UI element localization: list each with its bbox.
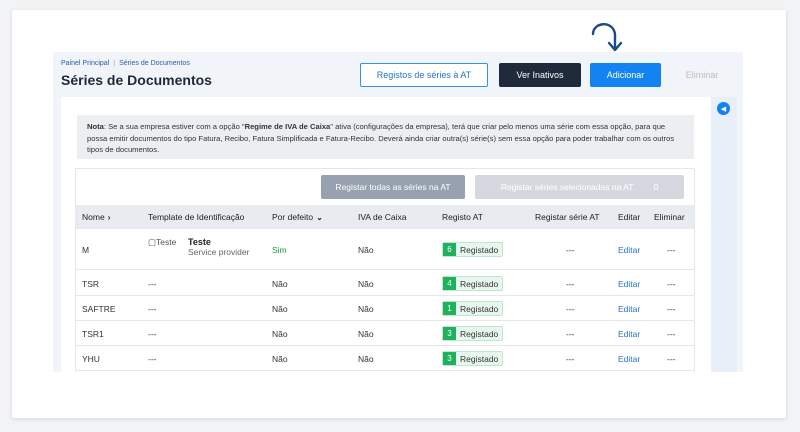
badge-status: Registado bbox=[460, 278, 499, 289]
status-badge: 4 Registado bbox=[442, 276, 504, 291]
row-registar: --- bbox=[566, 245, 575, 255]
badge-count: 6 bbox=[443, 243, 456, 256]
row-nome: TSR bbox=[82, 279, 99, 289]
template-subtitle: Service provider bbox=[188, 247, 250, 257]
template-info: Teste Service provider bbox=[188, 237, 249, 257]
row-por-defeito: Não bbox=[272, 279, 288, 289]
badge-status: Registado bbox=[460, 244, 499, 255]
edit-link[interactable]: Editar bbox=[618, 354, 640, 364]
ver-inativos-button[interactable]: Ver Inativos bbox=[499, 63, 581, 87]
breadcrumb-separator: | bbox=[113, 60, 116, 67]
register-selected-button[interactable]: Registar séries selecionadas na AT 0 bbox=[475, 175, 684, 199]
header-por-defeito[interactable]: Por defeito ⌄ bbox=[272, 212, 323, 222]
row-eliminar: --- bbox=[667, 354, 676, 364]
series-table: Registar todas as séries na AT Registar … bbox=[75, 168, 695, 372]
row-template: --- bbox=[148, 354, 157, 364]
row-eliminar: --- bbox=[667, 245, 676, 255]
row-registar: --- bbox=[566, 279, 575, 289]
template-name: Teste bbox=[188, 237, 211, 247]
chevron-right-icon: › bbox=[107, 213, 111, 222]
header-nome[interactable]: Nome › bbox=[82, 212, 110, 222]
row-eliminar: --- bbox=[667, 279, 676, 289]
table-row: TSR --- Não Não 4 Registado --- Editar --… bbox=[76, 271, 694, 296]
row-eliminar: --- bbox=[667, 304, 676, 314]
row-nome: TSR1 bbox=[82, 329, 104, 339]
app-window: Painel Principal | Séries de Documentos … bbox=[53, 52, 743, 372]
template-cell: ▢Teste bbox=[148, 237, 176, 248]
main-content: Nota: Se a sua empresa estiver com a opç… bbox=[61, 97, 711, 372]
curved-arrow-down-icon bbox=[591, 23, 623, 52]
chevron-left-circle-icon[interactable]: ◀ bbox=[717, 102, 730, 115]
badge-status: Registado bbox=[460, 303, 499, 314]
row-iva-caixa: Não bbox=[358, 354, 374, 364]
table-row: M ▢Teste Teste Service provider Sim Não … bbox=[76, 230, 694, 270]
row-nome: SAFTRE bbox=[82, 304, 116, 314]
eliminar-button[interactable]: Eliminar bbox=[673, 63, 731, 87]
table-header: Nome › Template de Identificação Por defe… bbox=[76, 205, 694, 229]
edit-link[interactable]: Editar bbox=[618, 304, 640, 314]
row-template: --- bbox=[148, 329, 157, 339]
header-eliminar: Eliminar bbox=[654, 212, 685, 222]
row-por-defeito: Não bbox=[272, 354, 288, 364]
row-iva-caixa: Não bbox=[358, 279, 374, 289]
breadcrumb: Painel Principal | Séries de Documentos bbox=[61, 60, 190, 67]
table-row: SAFTRE --- Não Não 1 Registado --- Editar… bbox=[76, 296, 694, 321]
chevron-down-icon: ⌄ bbox=[316, 213, 323, 222]
info-note: Nota: Se a sua empresa estiver com a opç… bbox=[77, 115, 694, 159]
header-nome-label: Nome bbox=[82, 212, 105, 222]
right-rail: ◀ bbox=[711, 97, 737, 372]
row-iva-caixa: Não bbox=[358, 329, 374, 339]
badge-status: Registado bbox=[460, 328, 499, 339]
table-row: YHU --- Não Não 3 Registado --- Editar --… bbox=[76, 346, 694, 371]
row-por-defeito: Não bbox=[272, 304, 288, 314]
badge-status: Registado bbox=[460, 353, 499, 364]
table-row: TSR1 --- Não Não 3 Registado --- Editar -… bbox=[76, 321, 694, 346]
row-iva-caixa: Não bbox=[358, 304, 374, 314]
template-image-alt: Teste bbox=[156, 237, 177, 247]
status-badge: 1 Registado bbox=[442, 301, 504, 316]
registos-series-at-button[interactable]: Registos de séries à AT bbox=[360, 63, 488, 87]
header-por-defeito-label: Por defeito bbox=[272, 212, 314, 222]
register-selected-label: Registar séries selecionadas na AT bbox=[500, 182, 634, 192]
edit-link[interactable]: Editar bbox=[618, 329, 640, 339]
badge-count: 1 bbox=[443, 302, 456, 315]
selected-count: 0 bbox=[653, 182, 659, 192]
edit-link[interactable]: Editar bbox=[618, 245, 640, 255]
row-registar: --- bbox=[566, 329, 575, 339]
register-all-button[interactable]: Registar todas as séries na AT bbox=[321, 175, 465, 199]
status-badge: 6 Registado bbox=[442, 242, 504, 257]
row-nome: M bbox=[82, 245, 90, 255]
badge-count: 3 bbox=[443, 352, 456, 365]
row-template: --- bbox=[148, 279, 157, 289]
row-nome: YHU bbox=[82, 354, 100, 364]
badge-count: 4 bbox=[443, 277, 456, 290]
breadcrumb-home[interactable]: Painel Principal bbox=[61, 60, 109, 67]
badge-count: 3 bbox=[443, 327, 456, 340]
template-image-icon: ▢Teste bbox=[148, 237, 177, 247]
header-editar: Editar bbox=[618, 212, 641, 222]
row-registar: --- bbox=[566, 354, 575, 364]
note-label: Nota bbox=[87, 122, 104, 131]
row-eliminar: --- bbox=[667, 329, 676, 339]
adicionar-button[interactable]: Adicionar bbox=[590, 63, 661, 87]
header-iva-caixa: IVA de Caixa bbox=[358, 212, 407, 222]
header-registo-at: Registo AT bbox=[442, 212, 483, 222]
page-title: Séries de Documentos bbox=[61, 72, 212, 88]
note-text-start: : Se a sua empresa estiver com a opção " bbox=[103, 122, 245, 131]
edit-link[interactable]: Editar bbox=[618, 279, 640, 289]
note-option: Regime de IVA de Caixa bbox=[244, 122, 331, 131]
status-badge: 3 Registado bbox=[442, 351, 504, 366]
row-template: --- bbox=[148, 304, 157, 314]
header-registar-serie-at: Registar série AT bbox=[535, 212, 600, 222]
status-badge: 3 Registado bbox=[442, 326, 504, 341]
header-template: Template de Identificação bbox=[148, 212, 245, 222]
breadcrumb-current[interactable]: Séries de Documentos bbox=[119, 60, 190, 67]
row-registar: --- bbox=[566, 304, 575, 314]
row-por-defeito: Não bbox=[272, 329, 288, 339]
row-por-defeito: Sim bbox=[272, 245, 287, 255]
row-iva-caixa: Não bbox=[358, 245, 374, 255]
